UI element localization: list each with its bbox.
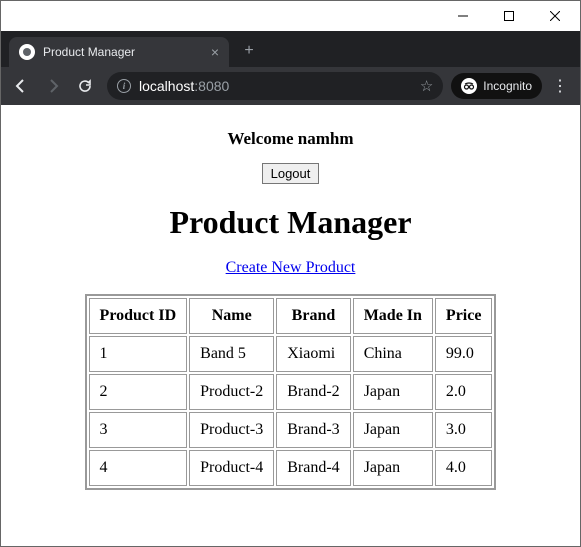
cell-id: 2 — [89, 374, 188, 410]
cell-made_in: Japan — [353, 450, 433, 486]
cell-price: 99.0 — [435, 336, 493, 372]
cell-price: 4.0 — [435, 450, 493, 486]
cell-brand: Xiaomi — [276, 336, 350, 372]
cell-name: Product-2 — [189, 374, 274, 410]
cell-name: Product-4 — [189, 450, 274, 486]
browser-tab[interactable]: Product Manager × — [9, 37, 229, 67]
close-button[interactable] — [532, 1, 578, 31]
cell-id: 1 — [89, 336, 188, 372]
table-row: 2Product-2Brand-2Japan2.0 — [89, 374, 493, 410]
browser-toolbar: i localhost:8080 ☆ Incognito ⋮ — [1, 67, 580, 105]
close-tab-icon[interactable]: × — [211, 44, 219, 60]
col-brand: Brand — [276, 298, 350, 334]
tab-bar: Product Manager × + — [1, 31, 580, 67]
cell-id: 4 — [89, 450, 188, 486]
browser-menu-button[interactable]: ⋮ — [546, 76, 574, 96]
window-titlebar — [1, 1, 580, 31]
table-row: 3Product-3Brand-3Japan3.0 — [89, 412, 493, 448]
create-new-product-link[interactable]: Create New Product — [226, 259, 356, 276]
new-tab-button[interactable]: + — [235, 37, 263, 65]
site-info-icon[interactable]: i — [117, 79, 131, 93]
welcome-heading: Welcome namhm — [1, 129, 580, 149]
cell-brand: Brand-4 — [276, 450, 350, 486]
back-button[interactable] — [7, 72, 35, 100]
table-row: 4Product-4Brand-4Japan4.0 — [89, 450, 493, 486]
cell-made_in: China — [353, 336, 433, 372]
col-name: Name — [189, 298, 274, 334]
page-title: Product Manager — [1, 204, 580, 241]
cell-brand: Brand-3 — [276, 412, 350, 448]
incognito-label: Incognito — [483, 79, 532, 93]
cell-brand: Brand-2 — [276, 374, 350, 410]
col-price: Price — [435, 298, 493, 334]
col-made-in: Made In — [353, 298, 433, 334]
incognito-icon — [461, 78, 477, 94]
maximize-button[interactable] — [486, 1, 532, 31]
address-bar[interactable]: i localhost:8080 ☆ — [107, 72, 443, 100]
cell-name: Band 5 — [189, 336, 274, 372]
browser-window: Product Manager × + i localhost:8080 ☆ I… — [0, 0, 581, 547]
cell-id: 3 — [89, 412, 188, 448]
tab-title: Product Manager — [43, 45, 203, 59]
table-header-row: Product ID Name Brand Made In Price — [89, 298, 493, 334]
cell-price: 3.0 — [435, 412, 493, 448]
col-product-id: Product ID — [89, 298, 188, 334]
reload-button[interactable] — [71, 72, 99, 100]
cell-price: 2.0 — [435, 374, 493, 410]
cell-made_in: Japan — [353, 374, 433, 410]
url-port: :8080 — [194, 78, 229, 94]
forward-button[interactable] — [39, 72, 67, 100]
products-table: Product ID Name Brand Made In Price 1Ban… — [86, 295, 496, 489]
minimize-button[interactable] — [440, 1, 486, 31]
table-row: 1Band 5XiaomiChina99.0 — [89, 336, 493, 372]
page-content: Welcome namhm Logout Product Manager Cre… — [1, 105, 580, 546]
cell-name: Product-3 — [189, 412, 274, 448]
favicon-icon — [19, 44, 35, 60]
bookmark-icon[interactable]: ☆ — [420, 77, 433, 95]
incognito-badge[interactable]: Incognito — [451, 73, 542, 99]
url-host: localhost — [139, 78, 194, 94]
logout-button[interactable]: Logout — [262, 163, 320, 184]
cell-made_in: Japan — [353, 412, 433, 448]
